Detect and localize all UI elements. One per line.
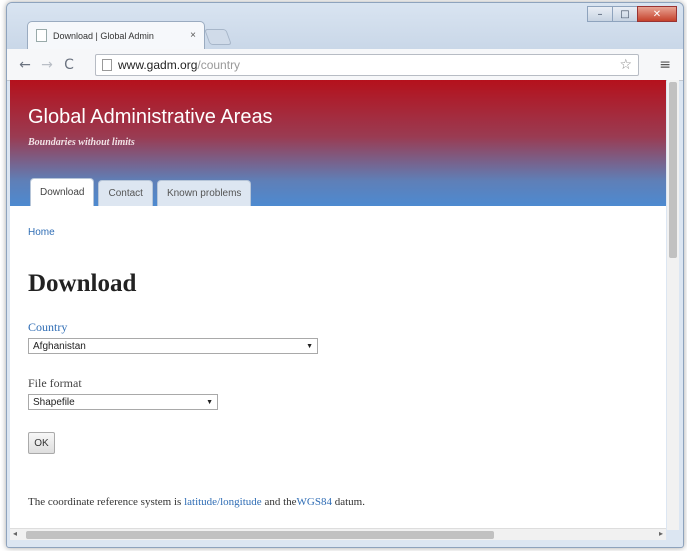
vertical-scrollbar[interactable] [667,80,679,530]
crs-description: The coordinate reference system is latit… [28,496,365,508]
crs-text-before: The coordinate reference system is [28,496,185,508]
page-favicon-icon [36,29,47,42]
back-arrow-icon[interactable]: ← [15,57,35,73]
country-select-value: Afghanistan [33,340,86,352]
site-nav-tabs: Download Contact Known problems [30,178,255,206]
file-format-select[interactable]: Shapefile ▼ [28,394,218,410]
site-header: Global Administrative Areas Boundaries w… [10,80,666,206]
page-title: Download [28,270,137,297]
dropdown-arrow-icon: ▼ [306,342,313,350]
site-tagline: Boundaries without limits [28,137,135,148]
country-select[interactable]: Afghanistan ▼ [28,338,318,354]
dropdown-arrow-icon: ▼ [206,398,213,406]
file-format-select-value: Shapefile [33,396,75,408]
file-format-label: File format [28,376,82,390]
url-host: www.gadm.org [118,58,198,72]
forward-arrow-icon[interactable]: → [37,57,57,73]
scroll-right-arrow-icon[interactable]: ▸ [659,529,663,538]
new-tab-button[interactable] [204,29,232,45]
horizontal-scroll-thumb[interactable] [26,531,494,539]
page-icon [102,59,112,71]
crs-text-middle: and the [261,496,297,508]
wgs84-link[interactable]: WGS84 [297,496,332,508]
tab-known-problems[interactable]: Known problems [156,180,252,206]
url-text: www.gadm.org/country [118,58,240,72]
tab-download[interactable]: Download [30,178,95,206]
site-title: Global Administrative Areas [28,106,273,128]
tab-contact[interactable]: Contact [98,180,153,206]
browser-tab[interactable]: Download | Global Admin × [27,21,205,49]
browser-menu-icon[interactable]: ≡ [659,57,671,73]
browser-toolbar: ← → C www.gadm.org/country ☆ ≡ [7,49,683,81]
window-controls: – □ ✕ [587,6,677,22]
tab-close-icon[interactable]: × [190,30,196,41]
breadcrumb-home-link[interactable]: Home [28,227,55,238]
maximize-button[interactable]: □ [612,6,638,22]
crs-text-after: datum. [331,496,365,508]
close-window-button[interactable]: ✕ [637,6,677,22]
horizontal-scrollbar[interactable]: ◂ ▸ [10,528,666,540]
vertical-scroll-thumb[interactable] [669,82,677,258]
page-viewport: Global Administrative Areas Boundaries w… [10,80,666,530]
minimize-button[interactable]: – [587,6,613,22]
url-path: /country [197,58,241,72]
bookmark-star-icon[interactable]: ☆ [619,57,632,73]
country-label: Country [28,320,68,334]
scroll-left-arrow-icon[interactable]: ◂ [13,529,17,538]
title-bar: – □ ✕ Download | Global Admin × [7,3,683,49]
latitude-longitude-link[interactable]: latitude/longitude [184,496,262,508]
ok-button[interactable]: OK [28,432,55,454]
address-bar[interactable]: www.gadm.org/country ☆ [95,54,639,76]
tab-title: Download | Global Admin [53,30,154,41]
reload-icon[interactable]: C [59,57,79,73]
